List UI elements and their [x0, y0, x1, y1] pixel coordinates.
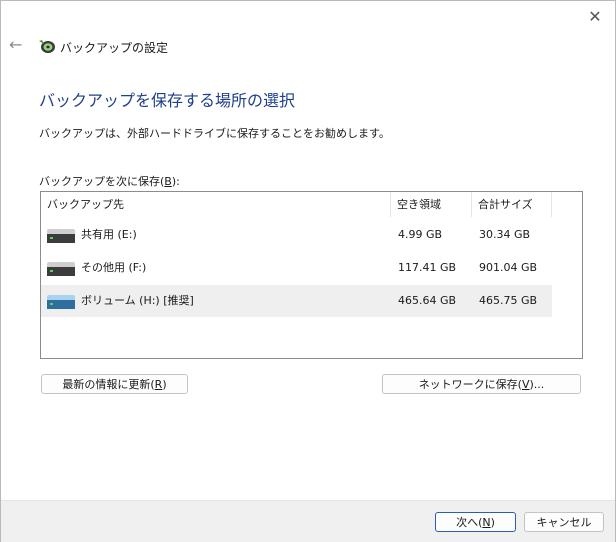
destination-list-label: バックアップを次に保存(B): [39, 175, 180, 188]
backup-app-icon [39, 40, 55, 53]
window-title: バックアップの設定 [60, 41, 169, 55]
backup-destination-list[interactable]: バックアップ先 空き領域 合計サイズ 共有用 (E:) 4.99 GB 30.3… [40, 191, 583, 359]
column-header-total-size[interactable]: 合計サイズ [472, 192, 552, 217]
drive-total-size: 30.34 GB [479, 228, 531, 241]
drive-total-size: 901.04 GB [479, 261, 538, 274]
drive-free-space: 4.99 GB [398, 228, 443, 241]
dialog-footer: 次へ(N) キャンセル [1, 500, 615, 542]
drive-icon [47, 229, 75, 243]
next-button[interactable]: 次へ(N) [435, 512, 516, 532]
cancel-button[interactable]: キャンセル [524, 512, 604, 532]
drive-free-space: 117.41 GB [398, 261, 457, 274]
close-icon[interactable]: ✕ [585, 7, 605, 27]
back-arrow-icon[interactable]: ← [9, 37, 25, 53]
table-row-selected[interactable]: ボリューム (H:) [推奨] 465.64 GB 465.75 GB [41, 285, 552, 317]
drive-free-space: 465.64 GB [398, 294, 457, 307]
list-header: バックアップ先 空き領域 合計サイズ [41, 192, 552, 217]
drive-name: ボリューム (H:) [推奨] [81, 294, 194, 307]
column-header-free-space[interactable]: 空き領域 [391, 192, 472, 217]
page-heading: バックアップを保存する場所の選択 [39, 91, 296, 110]
drive-icon [47, 262, 75, 276]
backup-settings-window: ✕ ← バックアップの設定 バックアップを保存する場所の選択 バックアップは、外… [0, 0, 616, 542]
table-row[interactable]: 共有用 (E:) 4.99 GB 30.34 GB [41, 219, 552, 251]
table-row[interactable]: その他用 (F:) 117.41 GB 901.04 GB [41, 252, 552, 284]
drive-name: 共有用 (E:) [81, 228, 137, 241]
page-description: バックアップは、外部ハードドライブに保存することをお勧めします。 [39, 127, 390, 140]
save-on-network-button[interactable]: ネットワークに保存(V)... [382, 374, 581, 394]
refresh-button[interactable]: 最新の情報に更新(R) [41, 374, 188, 394]
drive-icon-blue [47, 295, 75, 309]
drive-total-size: 465.75 GB [479, 294, 538, 307]
column-header-destination[interactable]: バックアップ先 [41, 192, 391, 217]
drive-name: その他用 (F:) [81, 261, 147, 274]
